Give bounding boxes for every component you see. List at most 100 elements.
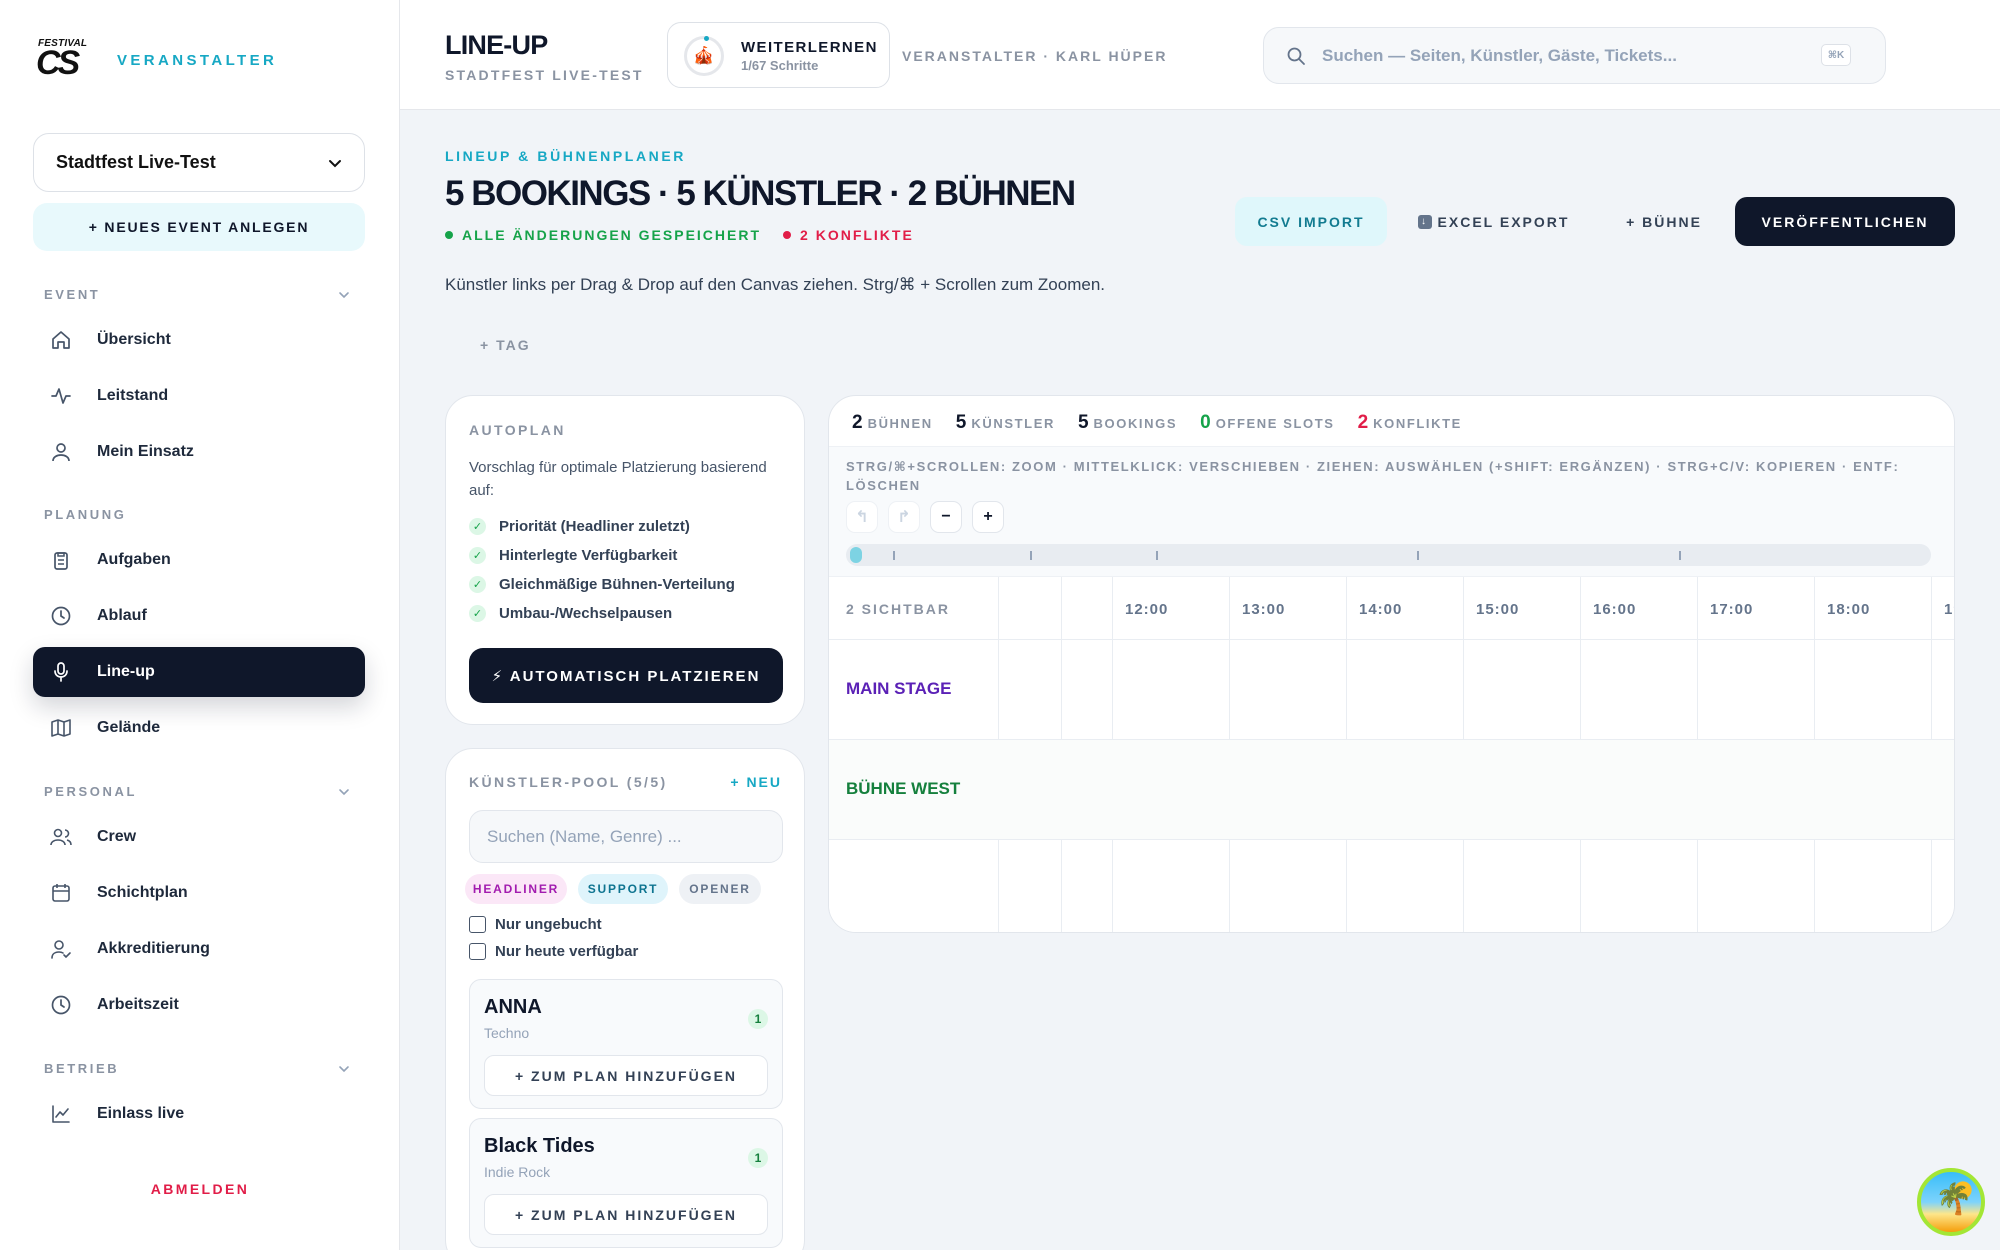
user-avatar[interactable]: 🌴 xyxy=(1917,1168,1985,1236)
pool-title: KÜNSTLER-POOL (5/5) xyxy=(469,774,668,790)
nav-item-crew[interactable]: Crew xyxy=(33,812,365,862)
download-icon: ↓ xyxy=(1417,214,1432,229)
nav-item-schichtplan[interactable]: Schichtplan xyxy=(33,868,365,918)
section-betrieb: BETRIEB xyxy=(44,1061,120,1076)
redo-button[interactable]: ↱ xyxy=(888,501,920,533)
checkbox[interactable] xyxy=(469,916,486,933)
stat-value: 5 xyxy=(955,412,967,433)
tag-opener[interactable]: OPENER xyxy=(679,874,761,904)
filter-available-today[interactable]: Nur heute verfügbar xyxy=(469,943,638,960)
calendar-icon xyxy=(49,881,73,905)
stat-conflicts[interactable]: 2 KONFLIKTE xyxy=(1358,412,1462,434)
criterion-item: ✓ Umbau-/Wechselpausen xyxy=(469,605,672,622)
chevron-down-icon[interactable] xyxy=(337,1062,351,1076)
nav-item-leitstand[interactable]: Leitstand xyxy=(33,371,365,421)
nav-label: Schichtplan xyxy=(97,884,188,901)
minimap-viewport-handle[interactable] xyxy=(850,547,862,563)
nav-item-aufgaben[interactable]: Aufgaben xyxy=(33,535,365,585)
timeline-header: 2 SICHTBAR 12:00 13:00 14:00 15:00 16:00… xyxy=(829,577,1954,640)
saved-dot xyxy=(445,231,453,239)
festival-logo[interactable]: FESTIVAL CS xyxy=(36,38,96,82)
publish-button[interactable]: VERÖFFENTLICHEN xyxy=(1735,197,1955,246)
search-shortcut: ⌘K xyxy=(1821,44,1851,66)
nav-item-einlass-live[interactable]: Einlass live xyxy=(33,1089,365,1139)
learn-progress: 1/67 Schritte xyxy=(741,58,819,73)
learn-progress-button[interactable]: 🎪 WEITERLERNEN 1/67 Schritte xyxy=(667,22,890,88)
filter-unbooked[interactable]: Nur ungebucht xyxy=(469,916,602,933)
chevron-down-icon[interactable] xyxy=(337,785,351,799)
search-placeholder: Suchen — Seiten, Künstler, Gäste, Ticket… xyxy=(1322,45,1677,65)
add-day-button[interactable]: + TAG xyxy=(480,337,531,353)
conflict-text[interactable]: 2 KONFLIKTE xyxy=(800,227,914,243)
nav-label: Einlass live xyxy=(97,1105,185,1122)
stage-name[interactable]: BÜHNE WEST xyxy=(846,779,960,799)
stage-row-buehne-west[interactable]: BÜHNE WEST xyxy=(829,740,1954,840)
stage-row-main-stage[interactable]: MAIN STAGE xyxy=(829,640,1954,740)
nav-item-arbeitszeit[interactable]: Arbeitszeit xyxy=(33,980,365,1030)
learn-title: WEITERLERNEN xyxy=(741,39,878,56)
artist-pool-card: KÜNSTLER-POOL (5/5) + NEU Suchen (Name, … xyxy=(445,748,805,1250)
tag-headliner[interactable]: HEADLINER xyxy=(465,874,567,904)
minimap-tick xyxy=(893,551,895,560)
clock-icon xyxy=(49,604,73,628)
nav-label: Mein Einsatz xyxy=(97,443,194,460)
nav-label: Ablauf xyxy=(97,607,147,624)
criterion-label: Hinterlegte Verfügbarkeit xyxy=(499,547,678,564)
time-label: 16:00 xyxy=(1593,601,1637,618)
artist-search-input[interactable]: Suchen (Name, Genre) ... xyxy=(469,810,783,863)
stat-label: KÜNSTLER xyxy=(971,416,1055,431)
tag-support[interactable]: SUPPORT xyxy=(578,874,668,904)
time-label: 19 xyxy=(1944,601,1954,618)
chevron-down-icon[interactable] xyxy=(337,288,351,302)
undo-button[interactable]: ↰ xyxy=(846,501,878,533)
add-stage-button[interactable]: + BÜHNE xyxy=(1598,197,1730,246)
timeline-minimap[interactable] xyxy=(846,544,1931,566)
topbar: LINE-UP STADTFEST LIVE-TEST 🎪 WEITERLERN… xyxy=(400,0,2000,110)
nav-item-ablauf[interactable]: Ablauf xyxy=(33,591,365,641)
zoom-in-button[interactable]: + xyxy=(972,501,1004,533)
page-title: LINE-UP xyxy=(445,30,548,60)
nav-item-akkreditierung[interactable]: Akkreditierung xyxy=(33,924,365,974)
zoom-out-button[interactable]: − xyxy=(930,501,962,533)
criterion-label: Umbau-/Wechselpausen xyxy=(499,605,673,622)
add-to-plan-button[interactable]: + ZUM PLAN HINZUFÜGEN xyxy=(484,1055,768,1096)
new-event-button[interactable]: + NEUES EVENT ANLEGEN xyxy=(33,203,365,251)
nav-item-gelaende[interactable]: Gelände xyxy=(33,703,365,753)
timeline-grid[interactable]: 2 SICHTBAR 12:00 13:00 14:00 15:00 16:00… xyxy=(829,576,1954,932)
new-artist-button[interactable]: + NEU xyxy=(730,774,782,790)
stat-bookings: 5 BOOKINGS xyxy=(1078,412,1177,434)
check-icon: ✓ xyxy=(469,547,486,564)
artist-genre: Techno xyxy=(484,1025,530,1041)
clock-icon xyxy=(49,993,73,1017)
excel-export-button[interactable]: ↓ EXCEL EXPORT xyxy=(1402,197,1585,246)
help-text: Künstler links per Drag & Drop auf den C… xyxy=(445,275,1106,294)
section-event: EVENT xyxy=(44,287,101,302)
add-to-plan-button[interactable]: + ZUM PLAN HINZUFÜGEN xyxy=(484,1194,768,1235)
artist-card[interactable]: ANNA Techno 1 + ZUM PLAN HINZUFÜGEN xyxy=(469,979,783,1109)
lineup-canvas: 2 BÜHNEN 5 KÜNSTLER 5 BOOKINGS 0 OFFENE SLOT… xyxy=(828,395,1955,933)
nav-item-uebersicht[interactable]: Übersicht xyxy=(33,315,365,365)
check-icon: ✓ xyxy=(469,518,486,535)
clipboard-icon xyxy=(49,548,73,572)
auto-place-button[interactable]: ⚡ AUTOMATISCH PLATZIEREN xyxy=(469,648,783,703)
booking-count-badge: 1 xyxy=(748,1148,768,1168)
nav-item-mein-einsatz[interactable]: Mein Einsatz xyxy=(33,427,365,477)
stat-value: 0 xyxy=(1200,412,1211,433)
event-select[interactable]: Stadtfest Live-Test xyxy=(33,133,365,192)
circus-tent-icon: 🎪 xyxy=(684,36,724,76)
nav-item-line-up[interactable]: Line-up xyxy=(33,647,365,697)
global-search[interactable]: Suchen — Seiten, Künstler, Gäste, Ticket… xyxy=(1263,27,1886,84)
stage-name[interactable]: MAIN STAGE xyxy=(846,679,951,699)
csv-import-button[interactable]: CSV IMPORT xyxy=(1235,197,1387,246)
checkbox[interactable] xyxy=(469,943,486,960)
criterion-item: ✓ Gleichmäßige Bühnen-Verteilung xyxy=(469,576,735,593)
sidebar: FESTIVAL CS VERANSTALTER Stadtfest Live-… xyxy=(0,0,400,1250)
summary-headline: 5 BOOKINGS · 5 KÜNSTLER · 2 BÜHNEN xyxy=(445,174,1076,213)
nav-label: Gelände xyxy=(97,719,161,736)
nav-label: Arbeitszeit xyxy=(97,996,179,1013)
artist-card[interactable]: Black Tides Indie Rock 1 + ZUM PLAN HINZ… xyxy=(469,1118,783,1248)
time-label: 17:00 xyxy=(1710,601,1754,618)
section-eyebrow: LINEUP & BÜHNENPLANER xyxy=(445,148,687,164)
user-icon xyxy=(49,440,73,464)
logout-button[interactable]: ABMELDEN xyxy=(0,1181,400,1197)
